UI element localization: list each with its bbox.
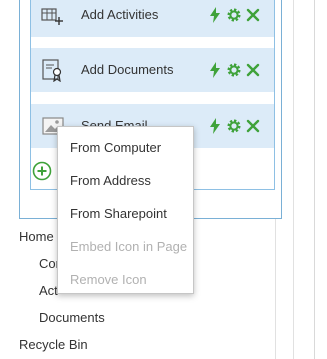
bolt-icon[interactable] <box>208 62 222 78</box>
close-icon[interactable] <box>246 118 260 134</box>
menu-item-remove-icon: Remove Icon <box>70 272 147 287</box>
add-documents-icon <box>40 58 66 83</box>
gear-icon[interactable] <box>226 7 241 23</box>
nav-item-home[interactable]: Home <box>19 229 54 244</box>
close-icon[interactable] <box>246 7 260 23</box>
nav-item-act[interactable]: Act <box>39 283 58 298</box>
right-rail-divider <box>293 0 294 359</box>
menu-item-embed-icon: Embed Icon in Page <box>70 239 188 254</box>
bolt-icon[interactable] <box>208 7 222 23</box>
menu-item-from-address[interactable]: From Address <box>70 173 151 188</box>
tile-label: Add Documents <box>81 62 174 77</box>
tile-row[interactable]: Add Documents <box>31 48 274 92</box>
add-tile-icon[interactable] <box>32 161 52 181</box>
gear-icon[interactable] <box>226 118 241 134</box>
nav-item-recycle-bin[interactable]: Recycle Bin <box>19 337 88 352</box>
menu-item-from-computer[interactable]: From Computer <box>70 140 161 155</box>
right-rail-divider <box>314 0 315 359</box>
menu-item-from-sharepoint[interactable]: From Sharepoint <box>70 206 167 221</box>
icon-context-menu: From Computer From Address From Sharepoi… <box>57 126 194 294</box>
close-icon[interactable] <box>246 62 260 78</box>
gear-icon[interactable] <box>226 62 241 78</box>
tile-label: Add Activities <box>81 7 159 22</box>
nav-item-documents[interactable]: Documents <box>39 310 105 325</box>
add-activities-icon <box>40 3 66 27</box>
bolt-icon[interactable] <box>208 118 222 134</box>
tile-row[interactable]: Add Activities <box>31 0 274 37</box>
